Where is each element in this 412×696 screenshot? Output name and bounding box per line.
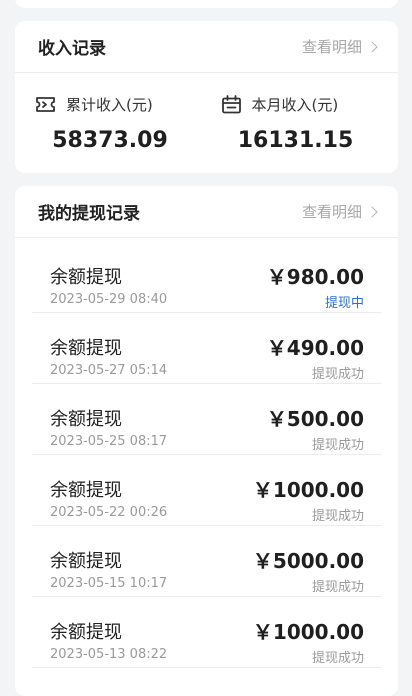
withdraw-row[interactable]: 余额提现 2023-05-15 10:17 ￥5000.00 提现成功: [32, 526, 381, 597]
withdraw-row-amount: ￥490.00: [266, 336, 364, 360]
withdraw-row-date: 2023-05-22 00:26: [50, 505, 168, 520]
previous-card: [15, 0, 398, 8]
income-view-details-label: 查看明细: [301, 38, 362, 56]
withdraw-view-details-link[interactable]: 查看明细: [301, 201, 378, 222]
withdraw-row-status: 提现成功: [311, 438, 364, 453]
withdraw-row-date: 2023-05-13 08:22: [50, 647, 168, 662]
withdraw-card-header: 我的提现记录 查看明细: [15, 186, 398, 238]
withdraw-row-amount: ￥980.00: [266, 265, 364, 289]
income-view-details-link[interactable]: 查看明细: [301, 36, 378, 57]
withdraw-row-title: 余额提现: [50, 622, 122, 643]
withdraw-row[interactable]: 余额提现 2023-05-25 08:17 ￥500.00 提现成功: [32, 384, 381, 455]
income-record-card: 收入记录 查看明细 累计收入(元) 58373.09 本月收入(元) 16131…: [15, 21, 398, 173]
withdraw-row[interactable]: 余额提现 2023-05-13 08:22 ￥1000.00 提现成功: [32, 597, 381, 668]
income-card-title: 收入记录: [38, 39, 106, 59]
withdraw-card-title: 我的提现记录: [38, 204, 140, 224]
withdraw-row-status: 提现中: [324, 296, 364, 311]
chevron-right-icon: [366, 205, 378, 218]
withdraw-row-title: 余额提现: [50, 409, 122, 430]
withdraw-view-details-label: 查看明细: [301, 203, 362, 221]
month-income-label: 本月收入(元): [251, 95, 339, 114]
withdraw-row-status: 提现成功: [311, 580, 364, 595]
month-income-stat: 本月收入(元) 16131.15: [207, 93, 399, 153]
withdraw-row-status: 提现成功: [311, 367, 364, 382]
withdraw-row[interactable]: 余额提现 2023-05-27 05:14 ￥490.00 提现成功: [32, 313, 381, 384]
income-stats: 累计收入(元) 58373.09 本月收入(元) 16131.15: [15, 73, 398, 153]
total-income-label: 累计收入(元): [66, 95, 153, 114]
calendar-icon: [221, 94, 241, 113]
withdraw-row[interactable]: 余额提现 2023-05-29 08:40 ￥980.00 提现中: [32, 242, 381, 313]
withdraw-row-date: 2023-05-15 10:17: [50, 576, 168, 591]
withdraw-row-status: 提现成功: [311, 509, 364, 524]
withdraw-row-title: 余额提现: [50, 480, 122, 501]
withdraw-row-title: 余额提现: [50, 267, 122, 288]
month-income-label-row: 本月收入(元): [221, 93, 399, 115]
withdraw-row-date: 2023-05-25 08:17: [50, 434, 168, 449]
ticket-icon: [36, 96, 55, 112]
total-income-label-row: 累计收入(元): [35, 93, 207, 115]
month-income-value: 16131.15: [237, 128, 354, 153]
withdraw-row-date: 2023-05-29 08:40: [50, 292, 168, 307]
withdraw-row[interactable]: 余额提现 2023-05-22 00:26 ￥1000.00 提现成功: [32, 455, 381, 526]
withdraw-row-amount: ￥5000.00: [252, 549, 364, 573]
withdraw-row-amount: ￥1000.00: [252, 478, 364, 502]
total-income-stat: 累计收入(元) 58373.09: [15, 93, 207, 153]
withdraw-list: 余额提现 2023-05-29 08:40 ￥980.00 提现中 余额提现 2…: [32, 242, 381, 668]
total-income-value: 58373.09: [52, 128, 168, 153]
income-card-header: 收入记录 查看明细: [15, 21, 398, 73]
withdraw-row-title: 余额提现: [50, 551, 122, 572]
withdraw-row-amount: ￥1000.00: [252, 620, 364, 644]
withdraw-row-status: 提现成功: [311, 651, 364, 666]
withdraw-record-card: 我的提现记录 查看明细 余额提现 2023-05-29 08:40 ￥980.0…: [15, 186, 398, 696]
withdraw-row-date: 2023-05-27 05:14: [50, 363, 168, 378]
chevron-right-icon: [366, 40, 378, 53]
withdraw-row-amount: ￥500.00: [266, 407, 364, 431]
withdraw-row-title: 余额提现: [50, 338, 122, 359]
